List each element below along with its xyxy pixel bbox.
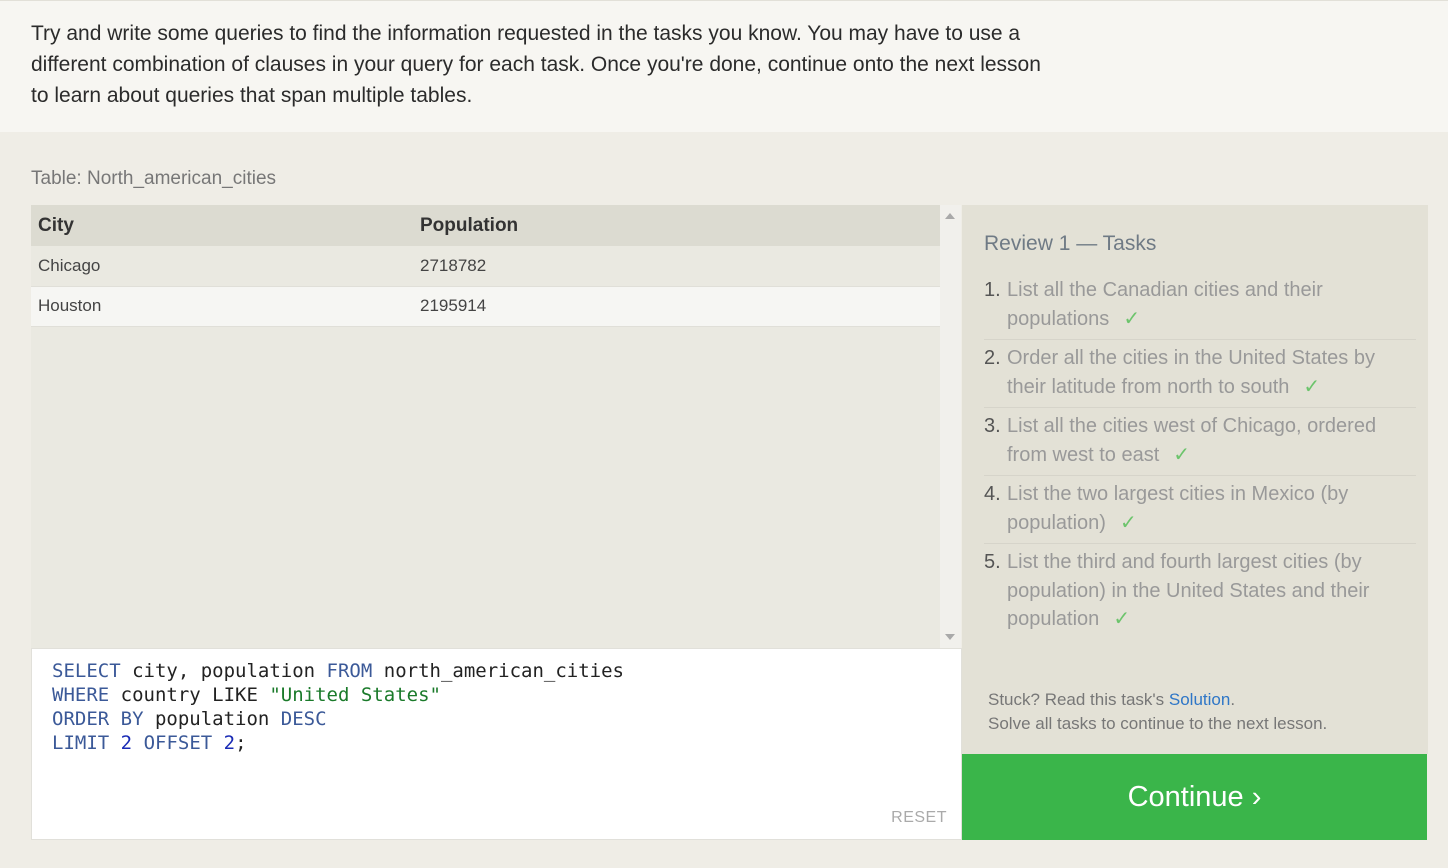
- stuck-help: Stuck? Read this task's Solution. Solve …: [988, 688, 1327, 736]
- solution-link[interactable]: Solution: [1169, 690, 1230, 709]
- scroll-up-arrow-icon[interactable]: [945, 213, 955, 219]
- tasks-panel: Review 1 — Tasks 1. List all the Canadia…: [962, 205, 1428, 754]
- task-text: List the third and fourth largest cities…: [1007, 551, 1370, 630]
- check-icon: ✓: [1113, 608, 1131, 630]
- sql-string: "United States": [269, 684, 441, 706]
- intro-panel: Try and write some queries to find the i…: [0, 0, 1448, 132]
- task-item: 3. List all the cities west of Chicago, …: [984, 408, 1416, 476]
- task-number: 3.: [984, 415, 1001, 437]
- table-row: Houston 2195914: [31, 286, 940, 327]
- stuck-suffix: .: [1230, 690, 1236, 709]
- check-icon: ✓: [1119, 511, 1137, 534]
- code-line[interactable]: ORDER BY population DESC: [52, 707, 624, 731]
- stuck-prefix: Stuck? Read this task's: [988, 690, 1169, 709]
- results-table-panel: City Population Chicago 2718782 Houston …: [31, 205, 961, 648]
- continue-note: Solve all tasks to continue to the next …: [988, 714, 1328, 733]
- sql-text: ;: [235, 732, 247, 754]
- column-header-city: City: [31, 205, 413, 246]
- task-item: 5. List the third and fourth largest cit…: [984, 544, 1416, 640]
- continue-button[interactable]: Continue ›: [962, 754, 1427, 840]
- task-item: 2. Order all the cities in the United St…: [984, 340, 1416, 408]
- table-cell-city: Chicago: [31, 246, 413, 287]
- task-item: 4. List the two largest cities in Mexico…: [984, 476, 1416, 544]
- table-header-row: City Population: [31, 205, 940, 246]
- task-item: 1. List all the Canadian cities and thei…: [984, 272, 1416, 340]
- sql-number: 2: [120, 732, 133, 754]
- results-table: City Population Chicago 2718782 Houston …: [31, 205, 940, 327]
- sql-keyword: SELECT: [52, 660, 121, 682]
- task-list: 1. List all the Canadian cities and thei…: [984, 272, 1416, 640]
- results-scrollbar[interactable]: [940, 205, 961, 648]
- code-line[interactable]: SELECT city, population FROM north_ameri…: [52, 659, 624, 683]
- check-icon: ✓: [1123, 307, 1141, 330]
- code-line[interactable]: WHERE country LIKE "United States": [52, 683, 624, 707]
- tasks-title: Review 1 — Tasks: [984, 232, 1157, 255]
- reset-button[interactable]: RESET: [891, 809, 947, 827]
- sql-text: population: [143, 708, 281, 730]
- check-icon: ✓: [1303, 375, 1321, 398]
- intro-text: Try and write some queries to find the i…: [31, 22, 1041, 107]
- sql-keyword: DESC: [280, 708, 327, 730]
- sql-keyword: ORDER BY: [52, 708, 144, 730]
- table-row: Chicago 2718782: [31, 246, 940, 287]
- table-cell-city: Houston: [31, 286, 413, 327]
- column-header-population: Population: [413, 205, 940, 246]
- check-icon: ✓: [1173, 443, 1191, 466]
- task-number: 1.: [984, 279, 1001, 301]
- sql-keyword: OFFSET: [143, 732, 213, 754]
- sql-editor[interactable]: SELECT city, population FROM north_ameri…: [31, 648, 962, 840]
- sql-keyword: WHERE: [52, 684, 110, 706]
- sql-code[interactable]: SELECT city, population FROM north_ameri…: [52, 659, 624, 755]
- sql-keyword: FROM: [326, 660, 373, 682]
- code-line[interactable]: LIMIT 2 OFFSET 2;: [52, 731, 624, 755]
- task-number: 5.: [984, 551, 1001, 573]
- task-text: List the two largest cities in Mexico (b…: [1007, 483, 1349, 534]
- table-label: Table: North_american_cities: [31, 168, 277, 189]
- sql-text: country LIKE: [109, 684, 270, 706]
- task-number: 4.: [984, 483, 1001, 505]
- task-text: List all the Canadian cities and their p…: [1007, 279, 1323, 330]
- table-cell-population: 2718782: [413, 246, 940, 287]
- task-number: 2.: [984, 347, 1001, 369]
- task-text: List all the cities west of Chicago, ord…: [1007, 415, 1377, 466]
- sql-text: city, population: [120, 660, 327, 682]
- sql-keyword: LIMIT: [52, 732, 110, 754]
- sql-number: 2: [223, 732, 236, 754]
- sql-text: north_american_cities: [372, 660, 624, 682]
- scroll-down-arrow-icon[interactable]: [945, 634, 955, 640]
- table-cell-population: 2195914: [413, 286, 940, 327]
